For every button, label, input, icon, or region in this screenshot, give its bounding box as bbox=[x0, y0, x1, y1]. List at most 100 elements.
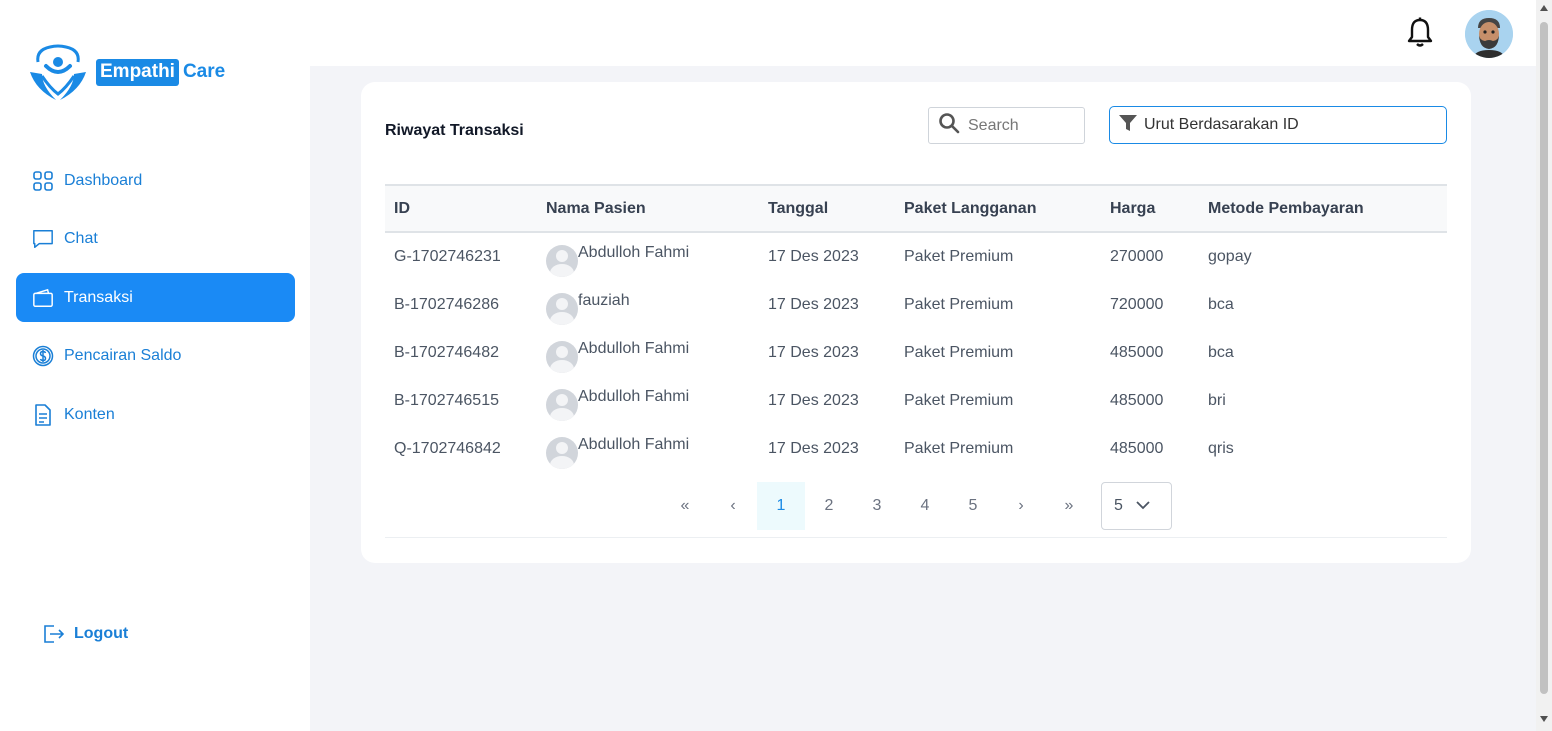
sort-dropdown[interactable]: Urut Berdasarakan ID bbox=[1109, 106, 1447, 144]
transaction-id: Q-1702746842 bbox=[394, 440, 501, 457]
page-button-4[interactable]: 4 bbox=[901, 482, 949, 530]
transaction-id: G-1702746231 bbox=[394, 248, 501, 265]
scroll-down-arrow-icon[interactable] bbox=[1540, 716, 1548, 722]
subscription-package: Paket Premium bbox=[904, 296, 1014, 313]
dollar-coin-icon bbox=[32, 345, 54, 367]
column-header-id[interactable]: ID bbox=[385, 200, 546, 218]
table-row[interactable]: B-1702746482 Abdulloh Fahmi 17 Des 2023 … bbox=[385, 329, 1447, 377]
brand-name-primary: Empathi bbox=[96, 58, 179, 86]
patient-name: fauziah bbox=[578, 292, 630, 309]
search-icon bbox=[938, 112, 960, 139]
sidebar: Empathi Care Dashboard Chat Transaksi Pe… bbox=[0, 0, 310, 731]
sidebar-item-label: Transaksi bbox=[64, 288, 133, 306]
payment-method: qris bbox=[1208, 440, 1234, 457]
column-header-date[interactable]: Tanggal bbox=[768, 200, 904, 218]
brand-logo[interactable]: Empathi Care bbox=[28, 42, 225, 104]
page-button-5[interactable]: 5 bbox=[949, 482, 997, 530]
logout-label: Logout bbox=[74, 625, 129, 642]
sidebar-item-label: Dashboard bbox=[64, 171, 143, 189]
transaction-price: 270000 bbox=[1110, 248, 1164, 265]
column-header-package[interactable]: Paket Langganan bbox=[904, 200, 1110, 218]
payment-method: bca bbox=[1208, 344, 1234, 361]
transaction-date: 17 Des 2023 bbox=[768, 440, 859, 457]
previous-page-button[interactable]: ‹ bbox=[709, 482, 757, 530]
transaction-date: 17 Des 2023 bbox=[768, 248, 859, 265]
sidebar-item-transaksi[interactable]: Transaksi bbox=[16, 273, 295, 322]
last-page-button[interactable]: » bbox=[1045, 482, 1093, 530]
sidebar-item-label: Pencairan Saldo bbox=[64, 347, 182, 364]
filter-icon bbox=[1118, 113, 1138, 138]
chevron-down-icon bbox=[1123, 497, 1151, 515]
payment-method: bca bbox=[1208, 296, 1234, 313]
main-content: Riwayat Transaksi Urut Berdasarakan ID I… bbox=[310, 66, 1536, 731]
search-input[interactable] bbox=[968, 116, 1078, 135]
transaction-id: B-1702746482 bbox=[394, 344, 499, 361]
page-button-1[interactable]: 1 bbox=[757, 482, 805, 530]
user-avatar[interactable] bbox=[1465, 10, 1513, 58]
transaction-price: 485000 bbox=[1110, 344, 1164, 361]
transaction-id: B-1702746515 bbox=[394, 392, 499, 409]
sidebar-item-konten[interactable]: Konten bbox=[16, 390, 295, 439]
chat-icon bbox=[32, 228, 54, 250]
transaction-date: 17 Des 2023 bbox=[768, 392, 859, 409]
page-button-2[interactable]: 2 bbox=[805, 482, 853, 530]
patient-name: Abdulloh Fahmi bbox=[578, 388, 690, 405]
subscription-package: Paket Premium bbox=[904, 440, 1014, 457]
hands-heart-logo-icon bbox=[30, 44, 86, 100]
subscription-package: Paket Premium bbox=[904, 248, 1014, 265]
search-box[interactable] bbox=[928, 107, 1085, 144]
top-bar bbox=[310, 0, 1536, 66]
patient-avatar bbox=[546, 341, 578, 373]
document-icon bbox=[32, 403, 54, 426]
payment-method: bri bbox=[1208, 392, 1226, 409]
table-header: ID Nama Pasien Tanggal Paket Langganan H… bbox=[385, 184, 1447, 233]
first-page-button[interactable]: « bbox=[661, 482, 709, 530]
subscription-package: Paket Premium bbox=[904, 392, 1014, 409]
transaction-price: 485000 bbox=[1110, 440, 1164, 457]
wallet-icon bbox=[32, 287, 54, 309]
table-row[interactable]: B-1702746515 Abdulloh Fahmi 17 Des 2023 … bbox=[385, 377, 1447, 425]
table-row[interactable]: Q-1702746842 Abdulloh Fahmi 17 Des 2023 … bbox=[385, 425, 1447, 473]
transaction-price: 720000 bbox=[1110, 296, 1164, 313]
patient-avatar bbox=[546, 293, 578, 325]
column-header-price[interactable]: Harga bbox=[1110, 200, 1208, 218]
patient-avatar bbox=[546, 437, 578, 469]
payment-method: gopay bbox=[1208, 248, 1252, 265]
transaction-card: Riwayat Transaksi Urut Berdasarakan ID I… bbox=[361, 82, 1471, 563]
next-page-button[interactable]: › bbox=[997, 482, 1045, 530]
sort-label: Urut Berdasarakan ID bbox=[1144, 116, 1299, 133]
transaction-price: 485000 bbox=[1110, 392, 1164, 409]
sidebar-item-dashboard[interactable]: Dashboard bbox=[16, 156, 295, 205]
scrollbar-thumb[interactable] bbox=[1540, 22, 1548, 694]
pagination: « ‹ 1 2 3 4 5 › » 5 bbox=[385, 480, 1447, 538]
rows-per-page-value: 5 bbox=[1114, 497, 1123, 514]
sidebar-item-label: Chat bbox=[64, 230, 98, 247]
patient-name: Abdulloh Fahmi bbox=[578, 340, 690, 357]
patient-name: Abdulloh Fahmi bbox=[578, 436, 690, 453]
transaction-id: B-1702746286 bbox=[394, 296, 499, 313]
logout-icon bbox=[42, 622, 66, 646]
bell-icon[interactable] bbox=[1405, 16, 1435, 50]
subscription-package: Paket Premium bbox=[904, 344, 1014, 361]
vertical-scrollbar[interactable] bbox=[1536, 0, 1552, 731]
logout-button[interactable]: Logout bbox=[42, 622, 128, 646]
patient-avatar bbox=[546, 389, 578, 421]
transaction-date: 17 Des 2023 bbox=[768, 344, 859, 361]
page-button-3[interactable]: 3 bbox=[853, 482, 901, 530]
sidebar-item-chat[interactable]: Chat bbox=[16, 215, 295, 264]
sidebar-item-label: Konten bbox=[64, 405, 115, 423]
table-row[interactable]: G-1702746231 Abdulloh Fahmi 17 Des 2023 … bbox=[385, 233, 1447, 281]
patient-avatar bbox=[546, 245, 578, 277]
sidebar-nav: Dashboard Chat Transaksi Pencairan Saldo… bbox=[16, 156, 295, 449]
patient-name: Abdulloh Fahmi bbox=[578, 244, 690, 261]
sidebar-item-pencairan-saldo[interactable]: Pencairan Saldo bbox=[16, 332, 295, 381]
rows-per-page-select[interactable]: 5 bbox=[1101, 482, 1172, 530]
grid-icon bbox=[32, 170, 54, 192]
transaction-date: 17 Des 2023 bbox=[768, 296, 859, 313]
column-header-payment-method[interactable]: Metode Pembayaran bbox=[1208, 200, 1447, 218]
table-row[interactable]: B-1702746286 fauziah 17 Des 2023 Paket P… bbox=[385, 281, 1447, 329]
page-title: Riwayat Transaksi bbox=[385, 122, 524, 139]
brand-name-secondary: Care bbox=[182, 61, 226, 82]
column-header-name[interactable]: Nama Pasien bbox=[546, 200, 768, 218]
scroll-up-arrow-icon[interactable] bbox=[1540, 5, 1548, 11]
